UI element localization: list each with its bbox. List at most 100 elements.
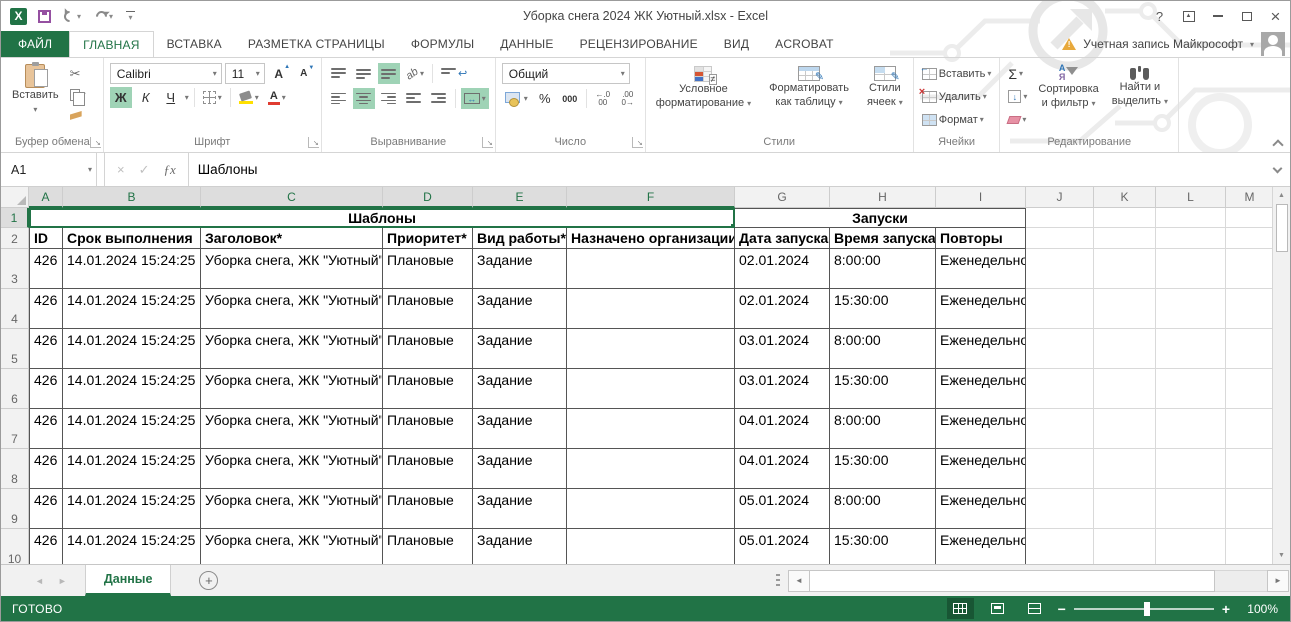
- cell-B5[interactable]: 14.01.2024 15:24:25: [63, 329, 201, 369]
- scroll-up-icon[interactable]: ▲: [1273, 187, 1290, 204]
- cell-L2[interactable]: [1156, 228, 1226, 249]
- cell-G2[interactable]: Дата запуска: [735, 228, 830, 249]
- cell-F8[interactable]: [567, 449, 735, 489]
- tab-acrobat[interactable]: ACROBAT: [762, 31, 847, 57]
- find-select-button[interactable]: Найти и выделить▾: [1108, 63, 1172, 109]
- cell-A9[interactable]: 426: [29, 489, 63, 529]
- cell-M2[interactable]: [1226, 228, 1274, 249]
- cell-I5[interactable]: Еженедельно: [936, 329, 1026, 369]
- cell-F2[interactable]: Назначено организации: [567, 228, 735, 249]
- cell-K8[interactable]: [1094, 449, 1156, 489]
- cell-K4[interactable]: [1094, 289, 1156, 329]
- format-as-table-button[interactable]: ✎ Форматировать как таблицу▾: [765, 65, 853, 110]
- row-header-4[interactable]: 4: [1, 289, 29, 329]
- cell-K3[interactable]: [1094, 249, 1156, 289]
- paste-button[interactable]: Вставить ▾: [8, 63, 63, 117]
- decrease-indent-button[interactable]: [403, 88, 425, 109]
- cell-D9[interactable]: Плановые: [383, 489, 473, 529]
- cell-H3[interactable]: 8:00:00: [830, 249, 936, 289]
- undo-button[interactable]: ▾: [62, 6, 83, 27]
- cell-B7[interactable]: 14.01.2024 15:24:25: [63, 409, 201, 449]
- row-header-8[interactable]: 8: [1, 449, 29, 489]
- align-bottom-button[interactable]: [378, 63, 400, 84]
- cell-E10[interactable]: Задание: [473, 529, 567, 564]
- cell-G9[interactable]: 05.01.2024: [735, 489, 830, 529]
- decrease-decimal-button[interactable]: .000→: [617, 88, 639, 109]
- formula-input[interactable]: Шаблоны: [189, 153, 1264, 186]
- cell-C6[interactable]: Уборка снега, ЖК "Уютный": [201, 369, 383, 409]
- cell-A5[interactable]: 426: [29, 329, 63, 369]
- cell-M6[interactable]: [1226, 369, 1274, 409]
- cell-A3[interactable]: 426: [29, 249, 63, 289]
- minimize-button[interactable]: [1203, 4, 1232, 28]
- tab-разметка-страницы[interactable]: РАЗМЕТКА СТРАНИЦЫ: [235, 31, 398, 57]
- number-format-select[interactable]: Общий▾: [502, 63, 630, 84]
- cell-J1[interactable]: [1026, 208, 1094, 228]
- cell-L6[interactable]: [1156, 369, 1226, 409]
- cell-H6[interactable]: 15:30:00: [830, 369, 936, 409]
- cell-L1[interactable]: [1156, 208, 1226, 228]
- cell-A1-merged-templates[interactable]: Шаблоны: [29, 208, 735, 228]
- cell-E7[interactable]: Задание: [473, 409, 567, 449]
- row-header-1[interactable]: 1: [1, 208, 29, 228]
- autosum-button[interactable]: Σ▾: [1006, 63, 1029, 84]
- row-header-2[interactable]: 2: [1, 228, 29, 249]
- customize-qat-button[interactable]: ▾: [126, 11, 135, 22]
- cancel-icon[interactable]: ×: [117, 162, 125, 177]
- cell-E8[interactable]: Задание: [473, 449, 567, 489]
- cell-C5[interactable]: Уборка снега, ЖК "Уютный": [201, 329, 383, 369]
- account-area[interactable]: ! Учетная запись Майкрософт ▾: [1062, 31, 1290, 57]
- cell-I9[interactable]: Еженедельно: [936, 489, 1026, 529]
- row-header-10[interactable]: 10: [1, 529, 29, 564]
- cell-M10[interactable]: [1226, 529, 1274, 564]
- cell-I8[interactable]: Еженедельно: [936, 449, 1026, 489]
- cell-L7[interactable]: [1156, 409, 1226, 449]
- tab-формулы[interactable]: ФОРМУЛЫ: [398, 31, 487, 57]
- font-size-select[interactable]: 11▾: [225, 63, 265, 84]
- cell-H10[interactable]: 15:30:00: [830, 529, 936, 564]
- column-header-G[interactable]: G: [735, 187, 830, 208]
- cell-M7[interactable]: [1226, 409, 1274, 449]
- cell-L4[interactable]: [1156, 289, 1226, 329]
- cell-B4[interactable]: 14.01.2024 15:24:25: [63, 289, 201, 329]
- chevron-down-icon[interactable]: ▾: [185, 93, 189, 102]
- enter-icon[interactable]: ✓: [139, 162, 150, 178]
- cell-J2[interactable]: [1026, 228, 1094, 249]
- cell-J4[interactable]: [1026, 289, 1094, 329]
- cell-L3[interactable]: [1156, 249, 1226, 289]
- cell-G5[interactable]: 03.01.2024: [735, 329, 830, 369]
- row-header-9[interactable]: 9: [1, 489, 29, 529]
- underline-button[interactable]: Ч: [160, 87, 182, 108]
- cell-K7[interactable]: [1094, 409, 1156, 449]
- cell-F4[interactable]: [567, 289, 735, 329]
- cell-I7[interactable]: Еженедельно: [936, 409, 1026, 449]
- cell-M5[interactable]: [1226, 329, 1274, 369]
- cell-G1-merged-launches[interactable]: Запуски: [735, 208, 1026, 228]
- copy-button[interactable]: ▾: [68, 84, 88, 105]
- maximize-button[interactable]: [1232, 4, 1261, 28]
- format-cells-button[interactable]: Формат▾: [920, 109, 994, 130]
- cell-E4[interactable]: Задание: [473, 289, 567, 329]
- cell-M4[interactable]: [1226, 289, 1274, 329]
- cell-D8[interactable]: Плановые: [383, 449, 473, 489]
- column-header-B[interactable]: B: [63, 187, 201, 208]
- cell-L9[interactable]: [1156, 489, 1226, 529]
- horizontal-scrollbar[interactable]: ◄ ►: [776, 565, 1290, 596]
- column-header-J[interactable]: J: [1026, 187, 1094, 208]
- cell-A8[interactable]: 426: [29, 449, 63, 489]
- align-right-button[interactable]: [378, 88, 400, 109]
- tab-рецензирование[interactable]: РЕЦЕНЗИРОВАНИЕ: [567, 31, 711, 57]
- percent-style-button[interactable]: %: [534, 88, 556, 109]
- cell-K6[interactable]: [1094, 369, 1156, 409]
- cell-C10[interactable]: Уборка снега, ЖК "Уютный": [201, 529, 383, 564]
- column-header-E[interactable]: E: [473, 187, 567, 208]
- align-middle-button[interactable]: [353, 63, 375, 84]
- cell-K1[interactable]: [1094, 208, 1156, 228]
- redo-button[interactable]: ▾: [94, 6, 115, 27]
- cell-F6[interactable]: [567, 369, 735, 409]
- cell-K5[interactable]: [1094, 329, 1156, 369]
- cell-M3[interactable]: [1226, 249, 1274, 289]
- cell-A6[interactable]: 426: [29, 369, 63, 409]
- column-header-H[interactable]: H: [830, 187, 936, 208]
- page-break-view-button[interactable]: [1021, 598, 1048, 619]
